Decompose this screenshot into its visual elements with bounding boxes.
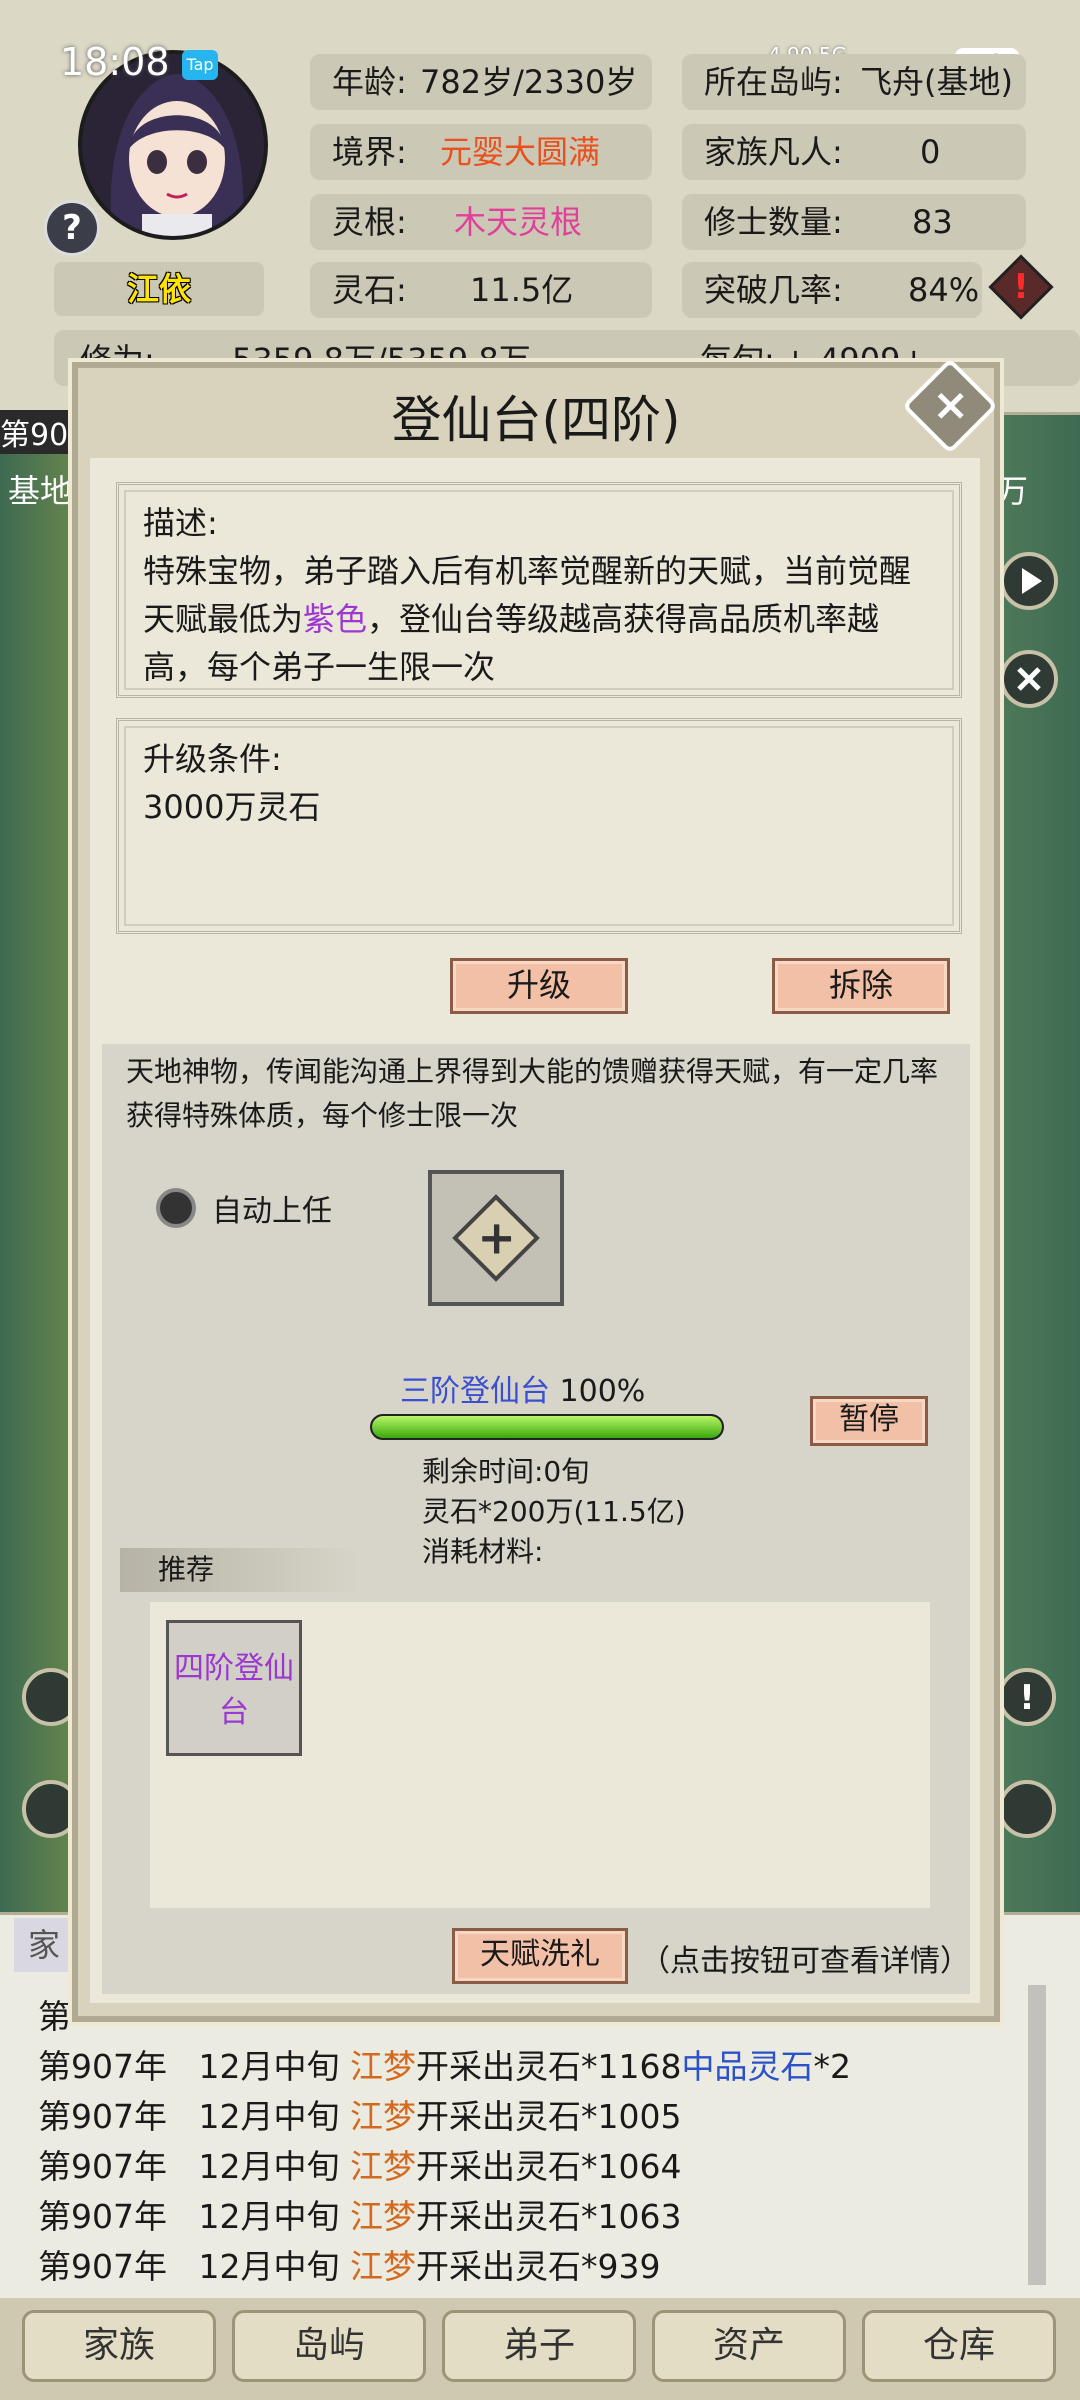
- log-year: 第907年: [38, 2197, 167, 2236]
- log-line: 第907年 12月中旬 江梦开采出灵石*1063: [38, 2190, 681, 2238]
- modal-title: 登仙台(四阶): [391, 391, 681, 449]
- baptism-hint: （点击按钮可查看详情）: [640, 1944, 970, 1979]
- nav-tab-warehouse[interactable]: 仓库: [862, 2310, 1056, 2382]
- log-line: 第907年 12月中旬 江梦开采出灵石*1064: [38, 2140, 681, 2188]
- upgrade-cost: 3000万灵石: [143, 788, 321, 826]
- island-value: 飞舟(基地): [860, 63, 1013, 101]
- progress-name: 三阶登仙台: [400, 1374, 550, 1409]
- description-text: 特殊宝物，弟子踏入后有机率觉醒新的天赋，当前觉醒天赋最低为紫色，登仙台等级越高获…: [143, 547, 935, 691]
- mortals-row: 家族凡人: 0: [682, 124, 1026, 180]
- mortals-value: 0: [920, 133, 941, 171]
- log-partial-line: 第: [38, 1997, 71, 2036]
- log-period: 12月中旬: [198, 2047, 340, 2086]
- log-person[interactable]: 江梦: [350, 2097, 416, 2136]
- nav-tab-assets[interactable]: 资产: [652, 2310, 846, 2382]
- recommend-item[interactable]: 四阶登仙台: [166, 1620, 302, 1756]
- log-person[interactable]: 江梦: [350, 2047, 416, 2086]
- progress-label: 三阶登仙台 100%: [400, 1366, 645, 1410]
- spirit-root-value: 木天灵根: [454, 203, 583, 241]
- age-row: 年龄: 782岁/2330岁: [310, 54, 652, 110]
- log-period: 12月中旬: [198, 2147, 340, 2186]
- log-action: 开采出灵石*1064: [415, 2147, 682, 2186]
- auto-assign-label: 自动上任: [212, 1194, 332, 1229]
- log-period: 12月中旬: [198, 2247, 340, 2286]
- remaining-time: 剩余时间:0旬: [422, 1455, 590, 1488]
- upgrade-condition-box: 升级条件: 3000万灵石: [116, 718, 962, 934]
- auto-assign-radio[interactable]: [156, 1188, 196, 1228]
- log-bonus-count: *2: [813, 2047, 851, 2086]
- log-action: 开采出灵石*1168: [415, 2047, 682, 2086]
- player-name[interactable]: 江依: [54, 262, 264, 316]
- log-period: 12月中旬: [198, 2197, 340, 2236]
- upgrade-button[interactable]: 升级: [450, 958, 628, 1014]
- breakthrough-row: 突破几率: 84%: [682, 262, 982, 318]
- realm-label: 境界:: [332, 133, 407, 171]
- dismantle-button[interactable]: 拆除: [772, 958, 950, 1014]
- play-icon[interactable]: [1000, 552, 1058, 610]
- cultivators-label: 修士数量:: [704, 203, 843, 241]
- spirit-root-label: 灵根:: [332, 203, 407, 241]
- spirit-stone-row: 灵石: 11.5亿: [310, 262, 652, 318]
- background-right-label: 万: [996, 472, 1029, 510]
- island-row: 所在岛屿: 飞舟(基地): [682, 54, 1026, 110]
- realm-row: 境界: 元婴大圆满: [310, 124, 652, 180]
- log-person[interactable]: 江梦: [350, 2247, 416, 2286]
- log-line: 第907年 12月中旬 江梦开采出灵石*939: [38, 2240, 660, 2288]
- activation-description: 天地神物，传闻能沟通上界得到大能的馈赠获得天赋，有一定几率获得特殊体质，每个修士…: [126, 1055, 939, 1132]
- log-partial-tab[interactable]: 家: [14, 1918, 74, 1972]
- log-person[interactable]: 江梦: [350, 2147, 416, 2186]
- nav-tab-island[interactable]: 岛屿: [232, 2310, 426, 2382]
- breakthrough-value: 84%: [908, 271, 980, 309]
- stone-cost: 灵石*200万(11.5亿): [422, 1495, 686, 1528]
- spirit-stone-value: 11.5亿: [470, 271, 574, 309]
- log-scrollbar[interactable]: [1028, 1985, 1046, 2285]
- settings-gear-icon[interactable]: [998, 1780, 1056, 1838]
- island-label: 所在岛屿:: [704, 63, 843, 101]
- description-box: 描述: 特殊宝物，弟子踏入后有机率觉醒新的天赋，当前觉醒天赋最低为紫色，登仙台等…: [116, 482, 962, 698]
- breakthrough-label: 突破几率:: [704, 271, 843, 309]
- pause-button[interactable]: 暂停: [810, 1396, 928, 1446]
- realm-value: 元婴大圆满: [440, 133, 601, 171]
- nav-tab-disciples[interactable]: 弟子: [442, 2310, 636, 2382]
- talent-baptism-button[interactable]: 天赋洗礼: [452, 1928, 628, 1984]
- spirit-stone-label: 灵石:: [332, 271, 407, 309]
- background-base-label: 基地: [8, 472, 73, 510]
- log-person[interactable]: 江梦: [350, 2197, 416, 2236]
- log-year: 第907年: [38, 2097, 167, 2136]
- log-period: 12月中旬: [198, 2097, 340, 2136]
- help-question-icon[interactable]: ?: [44, 200, 100, 256]
- cultivators-value: 83: [912, 203, 953, 241]
- progress-percent: 100%: [559, 1374, 646, 1409]
- notice-side-icon[interactable]: !: [998, 1668, 1056, 1726]
- log-bonus: 中品灵石: [681, 2047, 814, 2086]
- taptap-badge-icon: Tap: [182, 50, 218, 80]
- description-title: 描述:: [143, 504, 218, 542]
- status-time: 18:08: [60, 40, 170, 84]
- add-disciple-slot[interactable]: +: [428, 1170, 564, 1306]
- description-purple: 紫色: [303, 600, 368, 638]
- upgrade-title: 升级条件:: [143, 740, 282, 778]
- materials-label: 消耗材料:: [422, 1535, 544, 1568]
- progress-fill: [372, 1416, 722, 1438]
- log-action: 开采出灵石*939: [415, 2247, 661, 2286]
- map-close-icon[interactable]: [1000, 650, 1058, 708]
- progress-bar: [370, 1414, 724, 1440]
- age-value: 782岁/2330岁: [420, 63, 638, 101]
- log-year: 第907年: [38, 2147, 167, 2186]
- plus-icon: +: [452, 1194, 540, 1282]
- log-action: 开采出灵石*1063: [415, 2197, 682, 2236]
- mortals-label: 家族凡人:: [704, 133, 843, 171]
- log-year: 第907年: [38, 2047, 167, 2086]
- cultivators-row: 修士数量: 83: [682, 194, 1026, 250]
- log-action: 开采出灵石*1005: [415, 2097, 682, 2136]
- svg-text:!: !: [1019, 1678, 1035, 1718]
- recommend-tab[interactable]: 推荐: [120, 1548, 360, 1592]
- log-year: 第907年: [38, 2247, 167, 2286]
- log-line: 第907年 12月中旬 江梦开采出灵石*1168中品灵石*2: [38, 2040, 851, 2088]
- log-line: 第907年 12月中旬 江梦开采出灵石*1005: [38, 2090, 681, 2138]
- age-label: 年龄:: [332, 63, 407, 101]
- spirit-root-row: 灵根: 木天灵根: [310, 194, 652, 250]
- nav-tab-family[interactable]: 家族: [22, 2310, 216, 2382]
